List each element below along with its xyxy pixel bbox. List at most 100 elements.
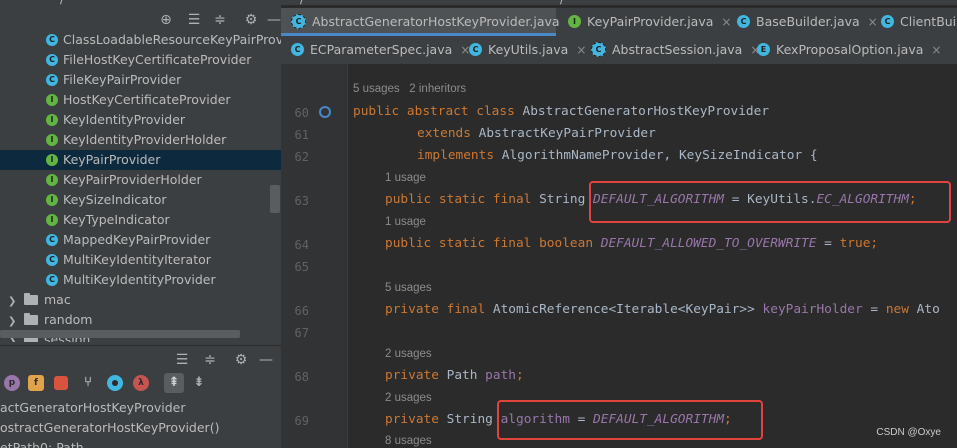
tab-abstract-session[interactable]: C AbstractSession.java × (591, 36, 760, 64)
line-gutter (281, 64, 348, 448)
close-icon[interactable]: × (576, 43, 586, 57)
tree-item-selected[interactable]: I KeyPairProvider (46, 150, 160, 170)
code-line-64: public static final boolean DEFAULT_ALLO… (385, 236, 879, 251)
enum-icon: E (757, 43, 770, 56)
collapse-all-icon[interactable]: ☰ (172, 350, 192, 370)
tree-item[interactable]: I KeyPairProviderHolder (46, 170, 202, 190)
folder-mac[interactable]: ❯ mac (8, 290, 71, 310)
fold-line (347, 64, 348, 448)
tab-key-pair-provider[interactable]: I KeyPairProvider.java × (568, 8, 731, 36)
folder-icon (24, 312, 38, 325)
abstract-class-icon: C (291, 14, 306, 29)
line-number: 67 (294, 326, 309, 340)
minimize-icon[interactable]: — (256, 350, 276, 370)
tree-item[interactable]: C FileHostKeyCertificateProvider (46, 50, 251, 70)
tree-item[interactable]: C MultiKeyIdentityIterator (46, 250, 211, 270)
line-number: 63 (294, 194, 309, 208)
line-number: 65 (294, 260, 309, 274)
code-line-60: public abstract class AbstractGeneratorH… (353, 104, 770, 119)
autoscroll-from-source-icon[interactable]: ⇟ (191, 375, 207, 391)
tree-item[interactable]: I KeyIdentityProviderHolder (46, 130, 226, 150)
minimize-icon[interactable]: — (264, 10, 281, 30)
usages-hint[interactable]: 2 usages (385, 348, 432, 360)
gear-icon[interactable]: ⚙ (241, 10, 261, 30)
line-number: 62 (294, 150, 309, 164)
code-line-62: implements AlgorithmNameProvider, KeySiz… (417, 148, 818, 163)
structure-item[interactable]: ostractGeneratorHostKeyProvider() (0, 418, 219, 438)
target-icon[interactable]: ⊕ (156, 10, 176, 30)
class-icon: C (469, 43, 482, 56)
project-panel: ⊕ ☰ ≑ ⚙ — C ClassLoadableResourceKeyPairP… (0, 5, 281, 448)
tab-abstract-generator-host-key-provider[interactable]: CAbstractGeneratorHostKeyProvider.java× (281, 8, 578, 36)
class-icon: C (46, 73, 58, 86)
tab-ec-parameter-spec[interactable]: C ECParameterSpec.java × (291, 36, 470, 64)
editor-tabs: CAbstractGeneratorHostKeyProvider.java× … (281, 8, 957, 65)
property-filter-icon[interactable]: p (4, 375, 20, 391)
code-line-66: private final AtomicReference<Iterable<K… (385, 302, 940, 317)
tab-kex-proposal-option[interactable]: E KexProposalOption.java × (757, 36, 941, 64)
code-editor[interactable]: 5 usages 2 inheritors 60 61 62 63 64 65 … (281, 64, 957, 448)
close-icon[interactable]: × (868, 15, 878, 29)
interface-icon: I (46, 173, 58, 186)
lambda-filter-icon[interactable]: λ (133, 375, 149, 391)
tree-item[interactable]: C MultiKeyIdentityProvider (46, 270, 216, 290)
expand-all-icon[interactable]: ≑ (210, 10, 230, 30)
horizontal-scrollbar[interactable] (0, 330, 240, 338)
line-number: 69 (294, 414, 309, 428)
line-number: 68 (294, 370, 309, 384)
gear-icon[interactable]: ⚙ (231, 350, 251, 370)
structure-item[interactable]: etPath0: Path (0, 438, 84, 448)
usages-hint[interactable]: 2 usages (385, 392, 432, 404)
folder-random[interactable]: ❯ random (8, 310, 92, 330)
structure-item[interactable]: actGeneratorHostKeyProvider (0, 398, 186, 418)
tree-item[interactable]: C MappedKeyPairProvider (46, 230, 210, 250)
tab-base-builder[interactable]: C BaseBuilder.java × (737, 8, 878, 36)
vertical-scrollbar[interactable] (270, 185, 280, 213)
class-icon: C (46, 53, 58, 66)
usages-hint[interactable]: 1 usage (385, 216, 426, 228)
tab-client-builder[interactable]: CClientBuild (881, 8, 957, 36)
collapse-all-icon[interactable]: ☰ (184, 10, 204, 30)
close-icon[interactable]: × (721, 15, 731, 29)
folder-icon (24, 292, 38, 305)
tree-item[interactable]: I KeyTypeIndicator (46, 210, 170, 230)
field-filter-icon[interactable]: f (28, 375, 44, 391)
close-icon[interactable]: × (931, 43, 941, 57)
tree-item[interactable]: CClassLoadableResourceKeyPairProvider (46, 30, 281, 50)
anonymous-filter-icon[interactable] (107, 375, 123, 391)
interface-icon: I (46, 133, 58, 146)
code-line-61: extends AbstractKeyPairProvider (417, 126, 656, 141)
line-number: 60 (294, 106, 309, 120)
class-icon: C (46, 233, 58, 246)
interface-icon: I (46, 213, 58, 226)
highlight-box (589, 181, 951, 223)
abstract-class-icon: C (591, 42, 606, 57)
usages-hint[interactable]: 1 usage (385, 172, 426, 184)
class-icon: C (46, 253, 58, 266)
non-public-filter-icon[interactable] (54, 376, 68, 390)
chevron-right-icon[interactable]: ❯ (8, 312, 18, 332)
tab-key-utils[interactable]: C KeyUtils.java × (469, 36, 586, 64)
interface-icon: I (46, 93, 58, 106)
interface-icon: I (568, 15, 581, 28)
code-line-68: private Path path; (385, 368, 524, 383)
line-number: 61 (294, 128, 309, 142)
implemented-gutter-icon[interactable] (319, 106, 331, 118)
tree-item[interactable]: I KeySizeIndicator (46, 190, 167, 210)
expand-all-icon[interactable]: ≑ (200, 350, 220, 370)
interface-icon: I (46, 113, 58, 126)
class-icon: C (881, 15, 894, 28)
chevron-right-icon[interactable]: ❯ (8, 292, 18, 312)
class-icon: C (737, 15, 750, 28)
tree-item[interactable]: I HostKeyCertificateProvider (46, 90, 231, 110)
line-number: 66 (294, 304, 309, 318)
breadcrumb-fragment: / (560, 0, 564, 6)
usages-hint[interactable]: 5 usages (385, 282, 432, 294)
usages-hint[interactable]: 8 usages (385, 435, 432, 447)
tree-item[interactable]: C FileKeyPairProvider (46, 70, 181, 90)
interface-icon: I (46, 193, 58, 206)
tree-item[interactable]: I KeyIdentityProvider (46, 110, 185, 130)
usages-hint[interactable]: 5 usages 2 inheritors (353, 83, 466, 95)
autoscroll-to-source-icon[interactable]: ⇞ (164, 373, 184, 393)
inherited-filter-icon[interactable]: ⑂ (80, 375, 96, 391)
